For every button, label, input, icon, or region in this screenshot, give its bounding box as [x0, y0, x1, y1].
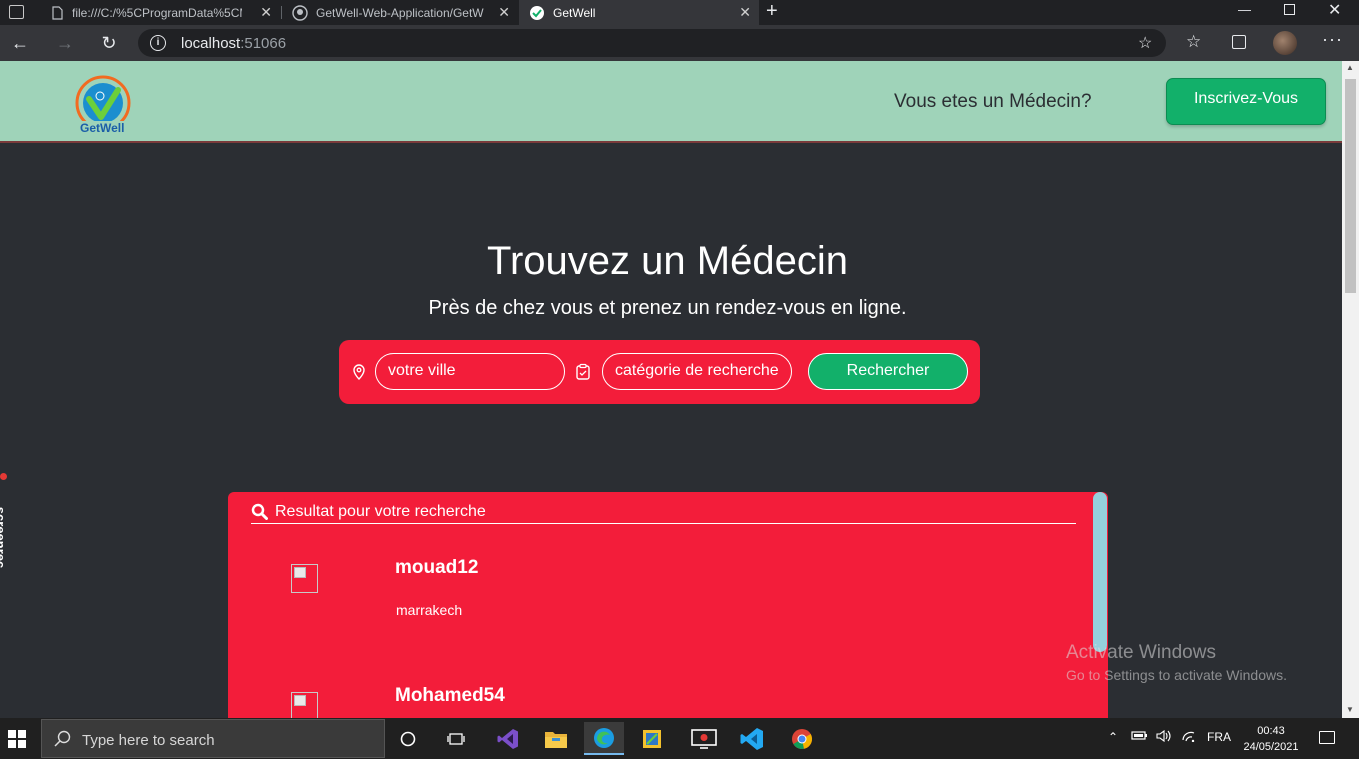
more-menu-icon[interactable]: ···	[1322, 29, 1343, 50]
search-icon	[54, 730, 71, 747]
category-input[interactable]: catégorie de recherche	[602, 353, 792, 390]
refresh-icon[interactable]: ↻	[99, 33, 119, 53]
doctor-question-text: Vous etes un Médecin?	[894, 91, 1092, 112]
visual-studio-icon[interactable]	[488, 722, 528, 755]
restore-icon[interactable]	[1284, 4, 1295, 15]
new-tab-icon[interactable]: +	[766, 0, 778, 23]
chrome-icon[interactable]	[782, 722, 822, 755]
search-panel: votre ville catégorie de recherche Reche…	[339, 340, 980, 404]
notification-icon[interactable]	[1319, 731, 1335, 744]
forward-arrow-icon[interactable]: →	[55, 33, 75, 53]
url-port: :51066	[240, 35, 287, 52]
getwell-logo[interactable]: GetWell	[72, 75, 134, 137]
tab-title: GetWell	[553, 5, 596, 20]
vscode-icon[interactable]	[732, 722, 772, 755]
search-button[interactable]: Rechercher	[808, 353, 968, 390]
language-indicator[interactable]: FRA	[1207, 730, 1231, 744]
edge-browser-icon[interactable]	[584, 722, 624, 755]
collections-icon[interactable]	[1232, 35, 1246, 49]
scroll-up-arrow-icon[interactable]: ▲	[1346, 63, 1354, 72]
getwell-favicon-icon	[530, 5, 544, 20]
results-heading-text: Resultat pour votre recherche	[275, 503, 486, 520]
windows-logo-icon	[8, 730, 26, 748]
results-scrollbar-thumb[interactable]	[1093, 492, 1107, 652]
taskbar-search-box[interactable]: Type here to search	[41, 719, 385, 758]
screenrec-widget[interactable]: screenrec	[0, 470, 10, 580]
search-icon	[251, 503, 268, 520]
doctor-name[interactable]: Mohamed54	[395, 685, 505, 707]
task-view-icon[interactable]	[388, 722, 428, 755]
clock-date: 24/05/2021	[1243, 741, 1299, 753]
tab-file[interactable]: file:///C:/%5CProgramData%5CM ✕	[40, 0, 280, 25]
doctor-name[interactable]: mouad12	[395, 557, 478, 579]
close-icon[interactable]: ✕	[498, 4, 510, 21]
tab-title: GetWell-Web-Application/GetW	[316, 5, 484, 20]
battery-icon[interactable]	[1131, 730, 1148, 744]
profile-avatar[interactable]	[1273, 31, 1297, 55]
activate-title: Activate Windows	[1066, 642, 1216, 663]
page-scrollbar[interactable]: ▲ ▼	[1342, 61, 1359, 718]
logo-text: GetWell	[78, 121, 127, 135]
results-panel: Resultat pour votre recherche mouad12 ma…	[228, 492, 1108, 718]
url-host: localhost	[181, 35, 241, 52]
file-icon	[52, 5, 63, 20]
activate-subtitle: Go to Settings to activate Windows.	[1066, 667, 1287, 683]
web-page: GetWell Vous etes un Médecin? Inscrivez-…	[0, 61, 1342, 718]
tab-github[interactable]: GetWell-Web-Application/GetW ✕	[282, 0, 518, 25]
window-close-icon[interactable]: ✕	[1328, 0, 1341, 20]
add-favorite-icon[interactable]: ☆	[1138, 33, 1152, 53]
screenrec-label: screenrec	[0, 506, 9, 569]
page-title: Trouvez un Médecin	[487, 239, 848, 283]
tab-getwell[interactable]: GetWell ✕	[519, 0, 759, 25]
github-icon	[292, 4, 308, 21]
tab-title: file:///C:/%5CProgramData%5CM	[72, 5, 242, 20]
snipping-tool-icon[interactable]	[632, 722, 672, 755]
city-input[interactable]: votre ville	[375, 353, 565, 390]
doctor-city: marrakech	[396, 602, 463, 618]
wifi-icon[interactable]	[1181, 730, 1196, 745]
results-heading: Resultat pour votre recherche	[251, 502, 1076, 524]
file-explorer-icon[interactable]	[536, 722, 576, 755]
widgets-icon[interactable]	[436, 722, 476, 755]
favorites-icon[interactable]: ☆	[1186, 32, 1201, 52]
record-dot-icon	[0, 473, 7, 480]
browser-tab-strip: file:///C:/%5CProgramData%5CM ✕ GetWell-…	[0, 0, 1359, 25]
location-pin-icon	[353, 364, 365, 380]
start-button[interactable]	[0, 718, 36, 759]
close-icon[interactable]: ✕	[260, 4, 272, 21]
close-icon[interactable]: ✕	[739, 4, 751, 21]
volume-icon[interactable]	[1156, 729, 1171, 745]
scroll-down-arrow-icon[interactable]: ▼	[1346, 705, 1354, 714]
clipboard-icon	[576, 363, 590, 380]
screen-recorder-icon[interactable]	[684, 722, 724, 755]
windows-taskbar: Type here to search ⌃ FRA 00:43 24/05/20…	[0, 718, 1359, 759]
doctor-photo	[291, 692, 318, 718]
show-hidden-icons-icon[interactable]: ⌃	[1108, 730, 1118, 744]
signup-button[interactable]: Inscrivez-Vous	[1166, 78, 1326, 125]
tab-actions-icon[interactable]	[9, 5, 24, 19]
address-bar[interactable]: i localhost:51066 ☆	[138, 29, 1166, 57]
doctor-photo	[291, 564, 318, 593]
clock-time: 00:43	[1257, 725, 1285, 737]
scrollbar-thumb[interactable]	[1345, 79, 1356, 293]
taskbar-clock[interactable]: 00:43 24/05/2021	[1238, 723, 1304, 755]
taskbar-search-placeholder: Type here to search	[82, 732, 215, 749]
page-subtitle: Près de chez vous et prenez un rendez-vo…	[428, 297, 907, 319]
info-icon[interactable]: i	[150, 35, 166, 51]
back-arrow-icon[interactable]: ←	[10, 33, 30, 53]
site-header: GetWell Vous etes un Médecin? Inscrivez-…	[0, 61, 1342, 143]
activate-windows-watermark: Activate Windows Go to Settings to activ…	[1066, 642, 1287, 683]
url-text[interactable]: localhost:51066	[181, 35, 286, 52]
address-bar-row: ← → ↻ i localhost:51066 ☆ ☆ ···	[0, 25, 1359, 61]
minimize-icon[interactable]: —	[1238, 2, 1251, 17]
